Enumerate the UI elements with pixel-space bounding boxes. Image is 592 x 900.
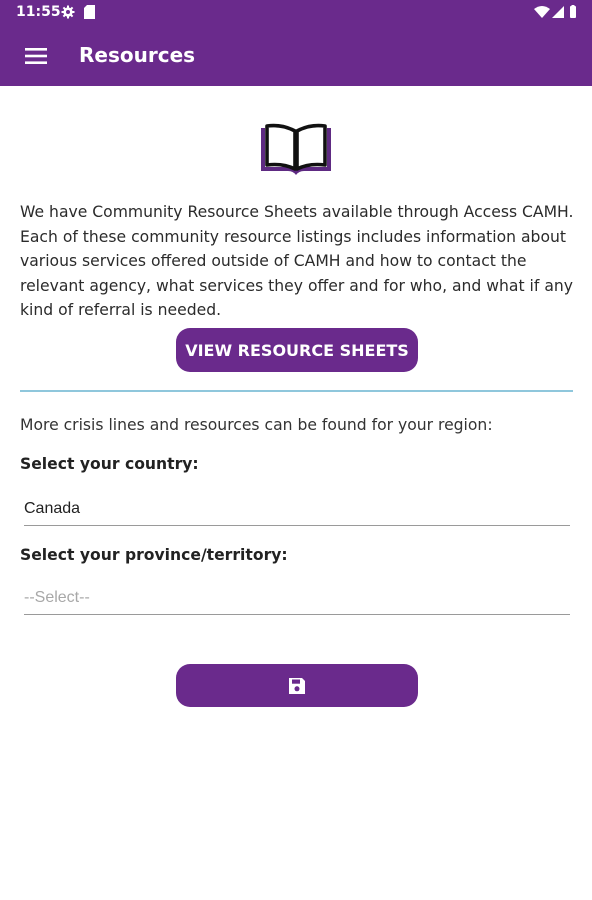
province-select[interactable]: --Select--: [24, 586, 570, 615]
save-button[interactable]: [176, 664, 418, 707]
divider: [20, 390, 573, 392]
crisis-lines-text: More crisis lines and resources can be f…: [20, 416, 493, 434]
sd-card-icon: [84, 5, 95, 19]
province-select-placeholder: --Select--: [24, 589, 90, 606]
hamburger-menu-icon[interactable]: [24, 45, 48, 67]
intro-text: We have Community Resource Sheets availa…: [20, 203, 574, 319]
country-select[interactable]: Canada: [24, 497, 570, 526]
battery-icon: [570, 6, 576, 18]
signal-icon: [552, 6, 564, 18]
app-bar: Resources: [0, 26, 592, 86]
wifi-icon: [534, 6, 550, 18]
gear-icon: [61, 5, 75, 19]
page-title: Resources: [79, 43, 196, 67]
view-resource-sheets-button[interactable]: VIEW RESOURCE SHEETS: [176, 328, 418, 372]
country-label: Select your country:: [20, 455, 199, 473]
open-book-icon: [261, 123, 331, 175]
province-label: Select your province/territory:: [20, 546, 288, 564]
country-select-value: Canada: [24, 500, 81, 517]
status-bar: 11:55: [0, 0, 592, 26]
status-time: 11:55: [16, 4, 61, 20]
save-icon: [289, 677, 305, 694]
status-right-icons: [534, 5, 576, 18]
